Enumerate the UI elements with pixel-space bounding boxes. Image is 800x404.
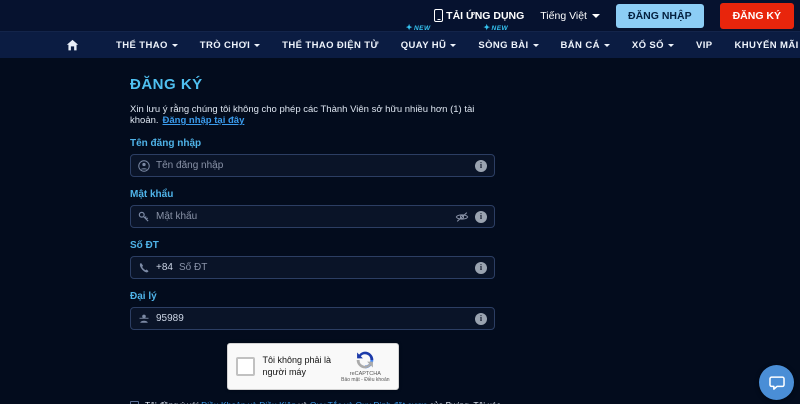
password-input-box [130,205,495,228]
username-field-group: Tên đăng nhập [130,138,495,177]
info-icon[interactable] [475,313,487,325]
terms-row: Tôi đồng ý với Điều Khoản và Điều Kiện v… [130,400,520,404]
recaptcha-brand: reCAPTCHA Bảo mật - Điều khoản [341,350,389,383]
nav-item-xo-so[interactable]: XỔ SỐ [621,32,685,58]
new-badge: NEW [483,23,508,32]
nav-item-quay-hu[interactable]: NEW QUAY HŨ [390,32,468,58]
username-input-box [130,154,495,177]
live-chat-button[interactable] [759,365,794,400]
phone-country-prefix: +84 [156,262,173,273]
terms-conditions-link[interactable]: Điều Khoản và Điều Kiện [201,400,296,404]
nav-item-song-bai[interactable]: NEW SÒNG BÀI [467,32,549,58]
info-icon[interactable] [475,262,487,274]
recaptcha-label: Tôi không phải là người máy [263,355,334,378]
chevron-down-icon [450,44,456,47]
recaptcha-icon [355,350,375,370]
phone-label: Số ĐT [130,240,495,251]
mobile-phone-icon [434,9,443,22]
chevron-down-icon [533,44,539,47]
password-field-group: Mật khẩu [130,189,495,228]
agent-input[interactable] [156,313,469,324]
phone-input[interactable] [179,262,469,273]
new-badge: NEW [406,23,431,32]
page-title: ĐĂNG KÝ [130,76,495,93]
phone-input-box: +84 [130,256,495,279]
agent-input-box [130,307,495,330]
nav-item-ban-ca[interactable]: BẮN CÁ [550,32,621,58]
recaptcha-widget: Tôi không phải là người máy reCAPTCHA Bả… [227,343,399,390]
register-page: ĐĂNG KÝ Xin lưu ý rằng chúng tôi không c… [0,58,800,404]
chevron-down-icon [172,44,178,47]
chevron-down-icon [592,14,600,18]
top-bar: TẢI ỨNG DỤNG Tiếng Việt ĐĂNG NHẬP ĐĂNG K… [0,0,800,32]
nav-item-the-thao-dien-tu[interactable]: THỂ THAO ĐIỆN TỬ [271,32,390,58]
password-label: Mật khẩu [130,189,495,200]
password-input[interactable] [156,211,449,222]
chat-bubble-icon [768,374,786,392]
key-icon [138,211,150,223]
agent-icon [138,313,150,325]
language-label: Tiếng Việt [540,10,587,22]
chevron-down-icon [254,44,260,47]
agent-field-group: Đại lý [130,291,495,330]
eye-off-icon[interactable] [455,210,469,224]
phone-icon [138,262,150,274]
login-button[interactable]: ĐĂNG NHẬP [616,4,704,28]
register-button-top[interactable]: ĐĂNG KÝ [720,3,794,29]
language-selector[interactable]: Tiếng Việt [540,10,600,22]
nav-item-vip[interactable]: VIP [685,32,724,58]
account-limit-note: Xin lưu ý rằng chúng tôi không cho phép … [130,104,495,126]
recaptcha-checkbox[interactable] [236,357,255,376]
download-app-button[interactable]: TẢI ỨNG DỤNG [434,9,524,22]
username-label: Tên đăng nhập [130,138,495,149]
terms-text: Tôi đồng ý với Điều Khoản và Điều Kiện v… [145,400,520,404]
info-icon[interactable] [475,211,487,223]
nav-home[interactable] [66,39,105,52]
nav-item-khuyen-mai[interactable]: KHUYẾN MÃI [723,32,800,58]
main-nav: THỂ THAO TRÒ CHƠI THỂ THAO ĐIỆN TỬ NEW Q… [0,32,800,58]
info-icon[interactable] [475,160,487,172]
nav-item-tro-choi[interactable]: TRÒ CHƠI [189,32,271,58]
chevron-down-icon [668,44,674,47]
login-here-link[interactable]: Đăng nhập tại đây [163,115,245,126]
home-icon [66,39,79,52]
user-icon [138,160,150,172]
betting-rules-link[interactable]: Quy Tắc và Quy Định đặt cược [310,400,427,404]
username-input[interactable] [156,160,469,171]
nav-item-the-thao[interactable]: THỂ THAO [105,32,189,58]
phone-field-group: Số ĐT +84 [130,240,495,279]
register-form: ĐĂNG KÝ Xin lưu ý rằng chúng tôi không c… [130,58,495,404]
agent-label: Đại lý [130,291,495,302]
recaptcha-privacy-terms[interactable]: Bảo mật - Điều khoản [341,377,389,383]
chevron-down-icon [604,44,610,47]
download-app-label: TẢI ỨNG DỤNG [446,10,524,22]
